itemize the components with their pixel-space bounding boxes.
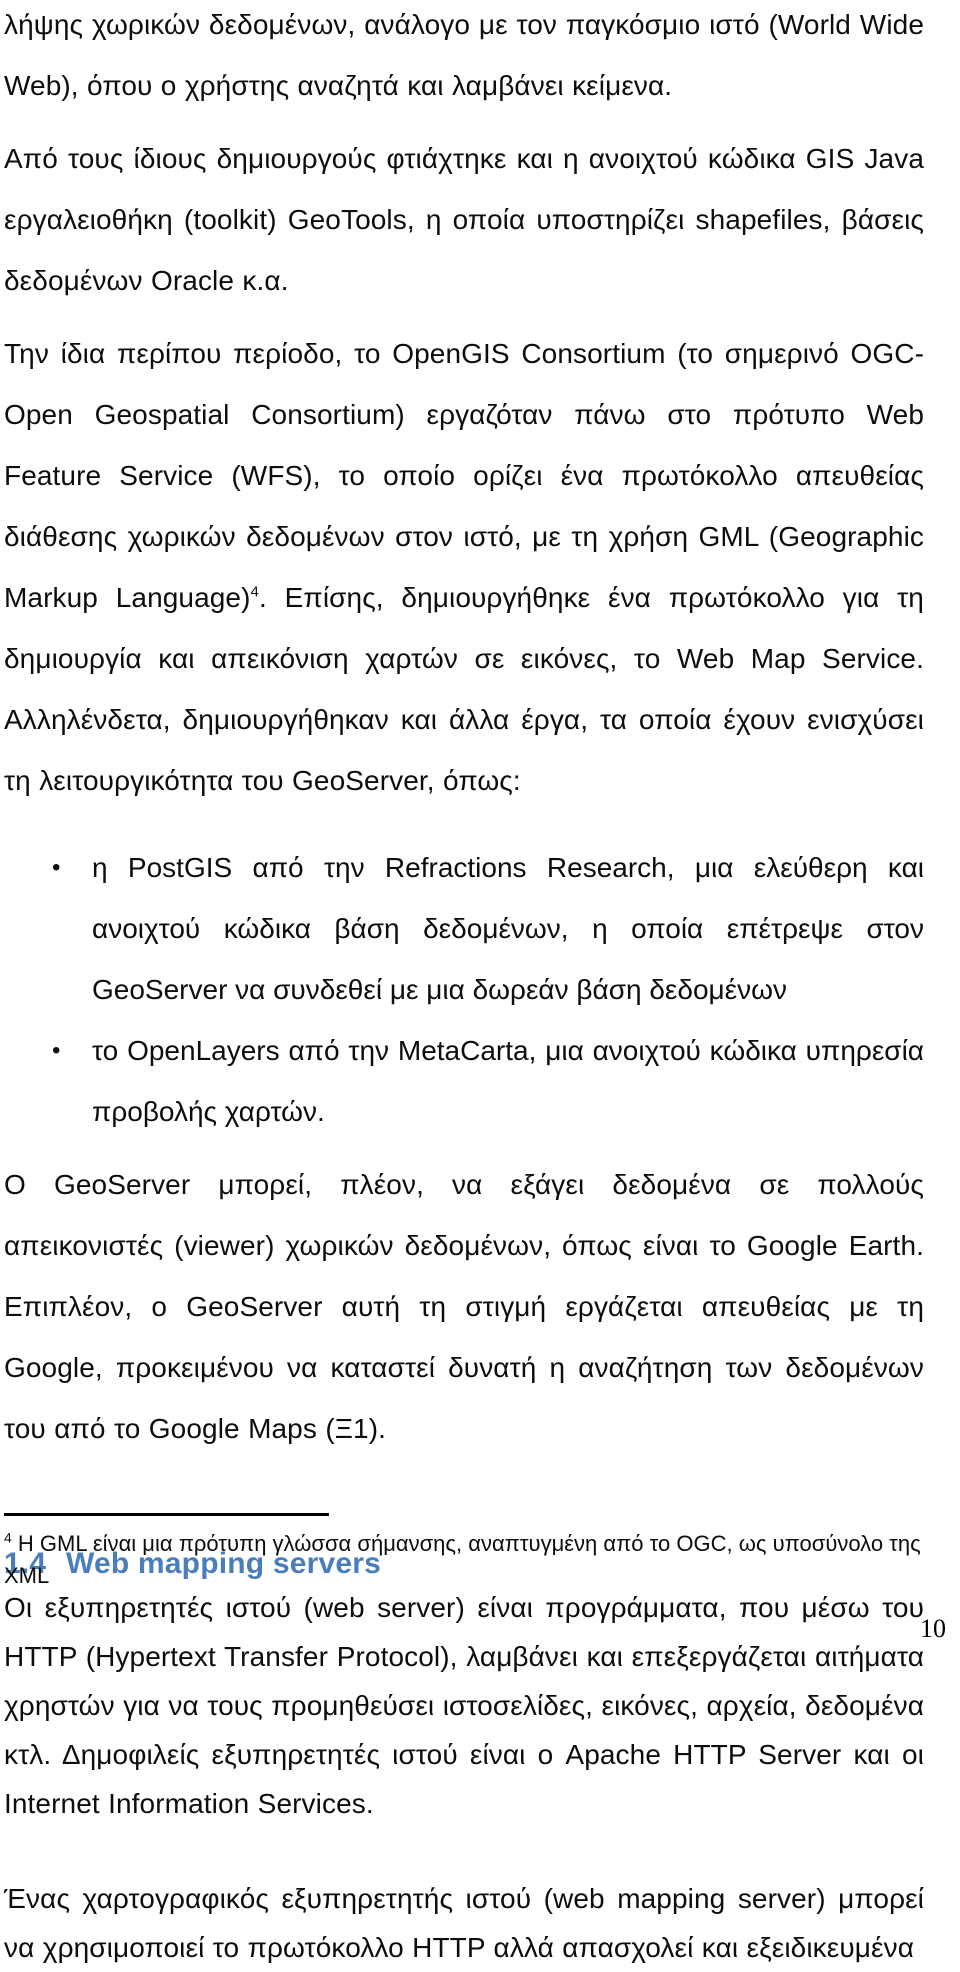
page-content: λήψης χωρικών δεδομένων, ανάλογο με τον …	[4, 0, 924, 1972]
footnote-area: 4 Η GML είναι μια πρότυπη γλώσσα σήμανση…	[4, 1513, 944, 1592]
footnote-text: 4 Η GML είναι μια πρότυπη γλώσσα σήμανση…	[4, 1516, 924, 1592]
list-item: • η PostGIS από την Refractions Research…	[4, 837, 924, 1020]
list-item-label: η PostGIS από την Refractions Research, …	[92, 852, 924, 1005]
paragraph-geotools: Από τους ίδιους δημιουργούς φτιάχτηκε κα…	[4, 143, 924, 296]
page-number: 10	[920, 1614, 946, 1643]
bulleted-list: • η PostGIS από την Refractions Research…	[4, 837, 924, 1142]
bullet-icon: •	[52, 1037, 61, 1064]
paragraph-opengis-text-cont: . Επίσης, δημιουργήθηκε ένα πρωτόκολλο γ…	[4, 582, 924, 796]
list-item: • το OpenLayers από την MetaCarta, μια α…	[4, 1020, 924, 1142]
footnote-body: Η GML είναι μια πρότυπη γλώσσα σήμανσης,…	[4, 1531, 921, 1588]
paragraph-intro: λήψης χωρικών δεδομένων, ανάλογο με τον …	[4, 9, 924, 101]
paragraph-web-servers: Οι εξυπηρετητές ιστού (web server) είναι…	[4, 1592, 924, 1819]
bullet-icon: •	[52, 854, 61, 881]
list-item-label: το OpenLayers από την MetaCarta, μια ανο…	[92, 1035, 924, 1127]
paragraph-web-mapping-server: Ένας χαρτογραφικός εξυπηρετητής ιστού (w…	[4, 1883, 924, 1963]
paragraph-opengis-text: Την ίδια περίπου περίοδο, το OpenGIS Con…	[4, 338, 924, 613]
footnote-marker: 4	[4, 1529, 12, 1546]
paragraph-geoserver-viewers: Ο GeoServer μπορεί, πλέον, να εξάγει δεδ…	[4, 1169, 924, 1444]
document-page: λήψης χωρικών δεδομένων, ανάλογο με τον …	[0, 0, 960, 1963]
paragraph-opengis: Την ίδια περίπου περίοδο, το OpenGIS Con…	[4, 323, 924, 811]
footnote-reference-marker[interactable]: 4	[251, 584, 259, 601]
